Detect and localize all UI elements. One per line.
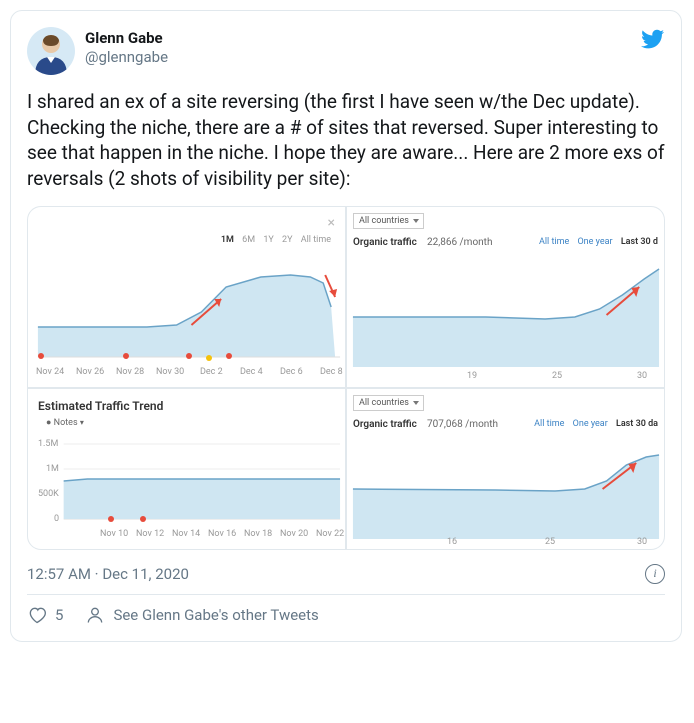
- organic-chart-2: [347, 389, 664, 549]
- media-panel-4[interactable]: All countries Organic traffic 707,068 /m…: [347, 389, 664, 549]
- avatar[interactable]: [27, 27, 75, 75]
- x-tick: 25: [552, 371, 562, 381]
- x-tick: Nov 24: [36, 367, 64, 377]
- x-tick: Nov 14: [172, 529, 200, 539]
- divider: [27, 594, 665, 595]
- media-panel-1[interactable]: × 1M 6M 1Y 2Y All time: [28, 207, 345, 387]
- media-panel-2[interactable]: All countries Organic traffic 22,866 /mo…: [347, 207, 664, 387]
- x-tick: Nov 28: [116, 367, 144, 377]
- x-tick: Nov 12: [136, 529, 164, 539]
- traffic-trend-chart: [28, 389, 345, 549]
- organic-chart-1: [347, 207, 664, 387]
- tweet-text: I shared an ex of a site reversing (the …: [27, 89, 665, 192]
- twitter-logo-icon[interactable]: [641, 27, 665, 51]
- y-tick: 1.5M: [38, 439, 58, 449]
- see-other-tweets-text: See Glenn Gabe's other Tweets: [113, 606, 318, 624]
- tweet-header: Glenn Gabe @glenngabe: [27, 27, 665, 75]
- x-tick: Nov 10: [100, 529, 128, 539]
- x-tick: Dec 6: [280, 367, 303, 377]
- timestamp-link[interactable]: 12:57 AM · Dec 11, 2020: [27, 565, 189, 583]
- see-other-tweets-link[interactable]: See Glenn Gabe's other Tweets: [85, 605, 318, 625]
- handle: @glenngabe: [85, 48, 641, 67]
- x-tick: Nov 20: [280, 529, 308, 539]
- x-tick: Dec 8: [320, 367, 343, 377]
- author-block[interactable]: Glenn Gabe @glenngabe: [85, 27, 641, 67]
- x-tick: Nov 16: [208, 529, 236, 539]
- y-tick: 0: [54, 514, 59, 524]
- x-tick: 16: [447, 537, 457, 547]
- like-count: 5: [55, 606, 63, 624]
- x-tick: 25: [545, 537, 555, 547]
- tweet-card: Glenn Gabe @glenngabe I shared an ex of …: [10, 10, 682, 642]
- tweet-actions: 5 See Glenn Gabe's other Tweets: [27, 605, 665, 625]
- google-marker-icon: [206, 355, 212, 361]
- y-tick: 1M: [46, 464, 59, 474]
- like-button[interactable]: 5: [27, 605, 63, 625]
- timestamp-row: 12:57 AM · Dec 11, 2020 i: [27, 564, 665, 584]
- media-grid[interactable]: × 1M 6M 1Y 2Y All time: [27, 206, 665, 550]
- y-tick: 500K: [38, 489, 59, 499]
- x-tick: Dec 4: [240, 367, 263, 377]
- x-tick: Nov 26: [76, 367, 104, 377]
- x-tick: Nov 22: [316, 529, 344, 539]
- x-tick: 19: [467, 371, 477, 381]
- heart-icon: [27, 605, 47, 625]
- display-name: Glenn Gabe: [85, 29, 641, 48]
- info-icon[interactable]: i: [645, 564, 665, 584]
- person-icon: [85, 605, 105, 625]
- x-tick: 30: [637, 371, 647, 381]
- x-tick: Nov 30: [156, 367, 184, 377]
- x-tick: Nov 18: [244, 529, 272, 539]
- x-tick: Dec 2: [200, 367, 223, 377]
- media-panel-3[interactable]: Estimated Traffic Trend ● Notes ▾ 1.5M 1…: [28, 389, 345, 549]
- x-tick: 30: [637, 537, 647, 547]
- visibility-chart-1: [28, 207, 345, 387]
